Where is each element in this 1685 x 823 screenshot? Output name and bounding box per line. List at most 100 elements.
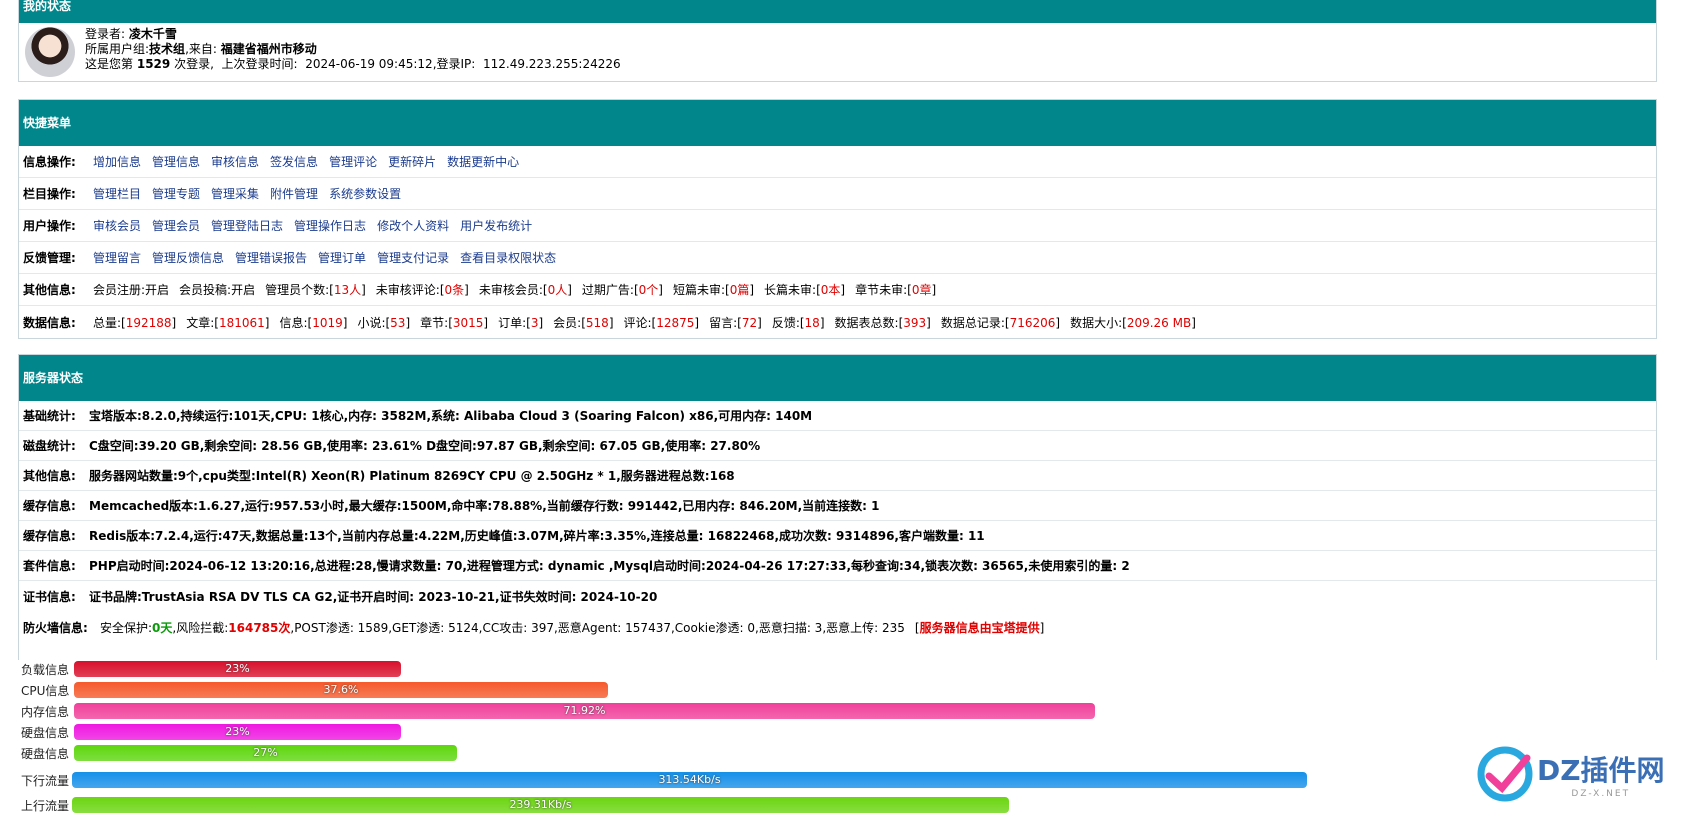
- stat-item: 章节:[3015]: [420, 315, 489, 330]
- firewall-note[interactable]: 服务器信息由宝塔提供: [920, 621, 1040, 635]
- row-text: Redis版本:7.2.4,运行:47天,数据总量:13个,当前内存总量:4.2…: [89, 529, 985, 543]
- usage-bar: 239.31Kb/s: [72, 797, 1009, 813]
- quick-menu-row: 栏目操作: 管理栏目 管理专题 管理采集 附件管理 系统参数设置: [19, 178, 1656, 210]
- safe-days: 0天: [152, 620, 173, 635]
- menu-link[interactable]: 查看目录权限状态: [460, 249, 556, 266]
- last-login-time: 2024-06-19 09:45:12: [305, 57, 433, 71]
- stat-item: 数据总记录:[716206]: [940, 315, 1061, 330]
- stat-item: 评论:[12875]: [623, 315, 700, 330]
- server-info-row: 套件信息: PHP启动时间:2024-06-12 13:20:16,总进程:28,…: [19, 551, 1656, 581]
- usage-bar-row: 负载信息: [21, 660, 81, 678]
- usage-bar-row: 硬盘信息: [21, 744, 81, 762]
- stat-item: 章节未审:[0章]: [855, 283, 937, 297]
- dz-logo-icon: [1477, 746, 1533, 802]
- data-info-row: 数据信息: 总量:[192188] 文章:[181061] 信息:[1019] 小说:[…: [19, 306, 1656, 338]
- menu-link[interactable]: 管理采集: [211, 185, 259, 202]
- stat-value: 72: [741, 315, 758, 330]
- stat-item: 数据表总数:[393]: [834, 315, 931, 330]
- bar-label: 硬盘信息: [21, 746, 70, 761]
- usage-bar: 23%: [74, 724, 401, 740]
- stat-item: 订单:[3]: [498, 315, 544, 330]
- bar-label: 负载信息: [21, 662, 70, 677]
- server-info-row: 其他信息: 服务器网站数量:9个,cpu类型:Intel(R) Xeon(R) P…: [19, 461, 1656, 491]
- avatar: [25, 27, 75, 77]
- quick-menu-row: 反馈管理: 管理留言 管理反馈信息 管理错误报告 管理订单 管理支付记录 查看目录权限状态: [19, 242, 1656, 274]
- menu-link[interactable]: 管理支付记录: [377, 249, 449, 266]
- stat-value: 3: [530, 315, 539, 330]
- bar-label: 硬盘信息: [21, 725, 70, 740]
- firewall-stats: ,POST渗透: 1589,GET渗透: 5124,CC攻击: 397,恶意Ag…: [290, 620, 905, 635]
- menu-link[interactable]: 管理评论: [329, 153, 377, 170]
- menu-link[interactable]: 管理登陆日志: [211, 217, 283, 234]
- firewall-row: 防火墙信息: 安全保护: 0天 ,风险拦截: 164785次 ,POST渗透: 1589…: [23, 620, 1045, 635]
- menu-link[interactable]: 管理订单: [318, 249, 366, 266]
- stat-item: 反馈:[18]: [771, 315, 825, 330]
- menu-link[interactable]: 管理留言: [93, 249, 141, 266]
- stat-item: 留言:[72]: [709, 315, 762, 330]
- row-label: 其他信息:: [23, 469, 76, 483]
- menu-link[interactable]: 签发信息: [270, 153, 318, 170]
- quick-menu-row: 信息操作: 增加信息 管理信息 审核信息 签发信息 管理评论 更新碎片 数据更新中心: [19, 146, 1656, 178]
- stat-item: 未审核评论:[0条]: [375, 283, 469, 297]
- menu-link[interactable]: 审核会员: [93, 217, 141, 234]
- stat-value: 0条: [444, 283, 465, 297]
- menu-link[interactable]: 增加信息: [93, 153, 141, 170]
- stat-value: 716206: [1009, 315, 1056, 330]
- menu-link[interactable]: 管理反馈信息: [152, 249, 224, 266]
- menu-link[interactable]: 更新碎片: [388, 153, 436, 170]
- bar-label: CPU信息: [21, 683, 70, 698]
- dz-logo-text: DZ插件网: [1537, 754, 1665, 787]
- menu-link[interactable]: 管理操作日志: [294, 217, 366, 234]
- server-info-row: 磁盘统计: C盘空间:39.20 GB,剩余空间: 28.56 GB,使用率: 2…: [19, 431, 1656, 461]
- block-count: 164785次: [228, 620, 291, 635]
- menu-link[interactable]: 管理会员: [152, 217, 200, 234]
- stat-value: 181061: [218, 315, 265, 330]
- row-label: 数据信息:: [23, 315, 76, 330]
- row-text: PHP启动时间:2024-06-12 13:20:16,总进程:28,慢请求数量…: [89, 559, 1130, 573]
- menu-link[interactable]: 修改个人资料: [377, 217, 449, 234]
- stat-value: 0本: [820, 283, 841, 297]
- menu-link[interactable]: 附件管理: [270, 185, 318, 202]
- row-label: 证书信息:: [23, 589, 76, 604]
- usage-bars: 负载信息 23% CPU信息 37.6% 内存信息 71.92% 硬盘信息 23% 硬盘信息 27…: [18, 660, 1657, 823]
- quick-menu-panel: 快捷菜单 信息操作: 增加信息 管理信息 审核信息 签发信息 管理评论 更新碎片 数据更新中心…: [18, 99, 1657, 339]
- row-label: 用户操作:: [23, 219, 76, 233]
- stat-value: 0人: [547, 283, 568, 297]
- usage-bar: 313.54Kb/s: [72, 772, 1307, 788]
- row-label: 栏目操作:: [23, 187, 76, 201]
- usage-bar-row: 内存信息: [21, 702, 81, 720]
- stat-item: 管理员个数:[13人]: [265, 283, 366, 297]
- menu-link[interactable]: 管理错误报告: [235, 249, 307, 266]
- stat-value: 13人: [333, 283, 362, 297]
- status-panel: 我的状态 登录者: 凌木千雪 所属用户组:技术组,来自: 福建省福州市移动 这是…: [18, 0, 1657, 82]
- usage-bar: 71.92%: [74, 703, 1095, 719]
- stat-value: 53: [390, 315, 406, 330]
- server-info-row: 缓存信息: Memcached版本:1.6.27,运行:957.53小时,最大缓存…: [19, 491, 1656, 521]
- stat-item: 总量:[192188]: [93, 315, 177, 330]
- stat-value: 18: [804, 315, 820, 330]
- row-text: C盘空间:39.20 GB,剩余空间: 28.56 GB,使用率: 23.61%…: [89, 439, 761, 453]
- menu-link[interactable]: 系统参数设置: [329, 185, 401, 202]
- login-location: 福建省福州市移动: [220, 42, 317, 56]
- menu-link[interactable]: 审核信息: [211, 153, 259, 170]
- row-label: 磁盘统计:: [23, 439, 76, 453]
- stat-value: 393: [903, 315, 927, 330]
- bar-label: 内存信息: [21, 704, 70, 719]
- stat-item: 长篇未审:[0本]: [764, 283, 846, 297]
- menu-link[interactable]: 用户发布统计: [460, 217, 532, 234]
- menu-link[interactable]: 管理信息: [152, 153, 200, 170]
- row-text: 宝塔版本:8.2.0,持续运行:101天,CPU: 1核心,内存: 3582M,…: [89, 409, 813, 423]
- stat-item: 小说:[53]: [357, 315, 411, 330]
- stat-item: 文章:[181061]: [186, 315, 270, 330]
- stat-value: 0个: [638, 283, 659, 297]
- menu-link[interactable]: 管理栏目: [93, 185, 141, 202]
- stat-item: 会员:[518]: [553, 315, 614, 330]
- menu-link[interactable]: 管理专题: [152, 185, 200, 202]
- server-info-row: 基础统计: 宝塔版本:8.2.0,持续运行:101天,CPU: 1核心,内存: 3…: [19, 401, 1656, 431]
- stat-value: 12875: [656, 315, 695, 330]
- status-info: 登录者: 凌木千雪 所属用户组:技术组,来自: 福建省福州市移动 这是您第 15…: [85, 27, 621, 71]
- menu-link[interactable]: 数据更新中心: [447, 153, 519, 170]
- stat-item: 未审核会员:[0人]: [478, 283, 572, 297]
- stat-item: 会员投稿:开启: [179, 283, 256, 297]
- dz-logo: DZ插件网 DZ-X.NET: [1477, 743, 1667, 805]
